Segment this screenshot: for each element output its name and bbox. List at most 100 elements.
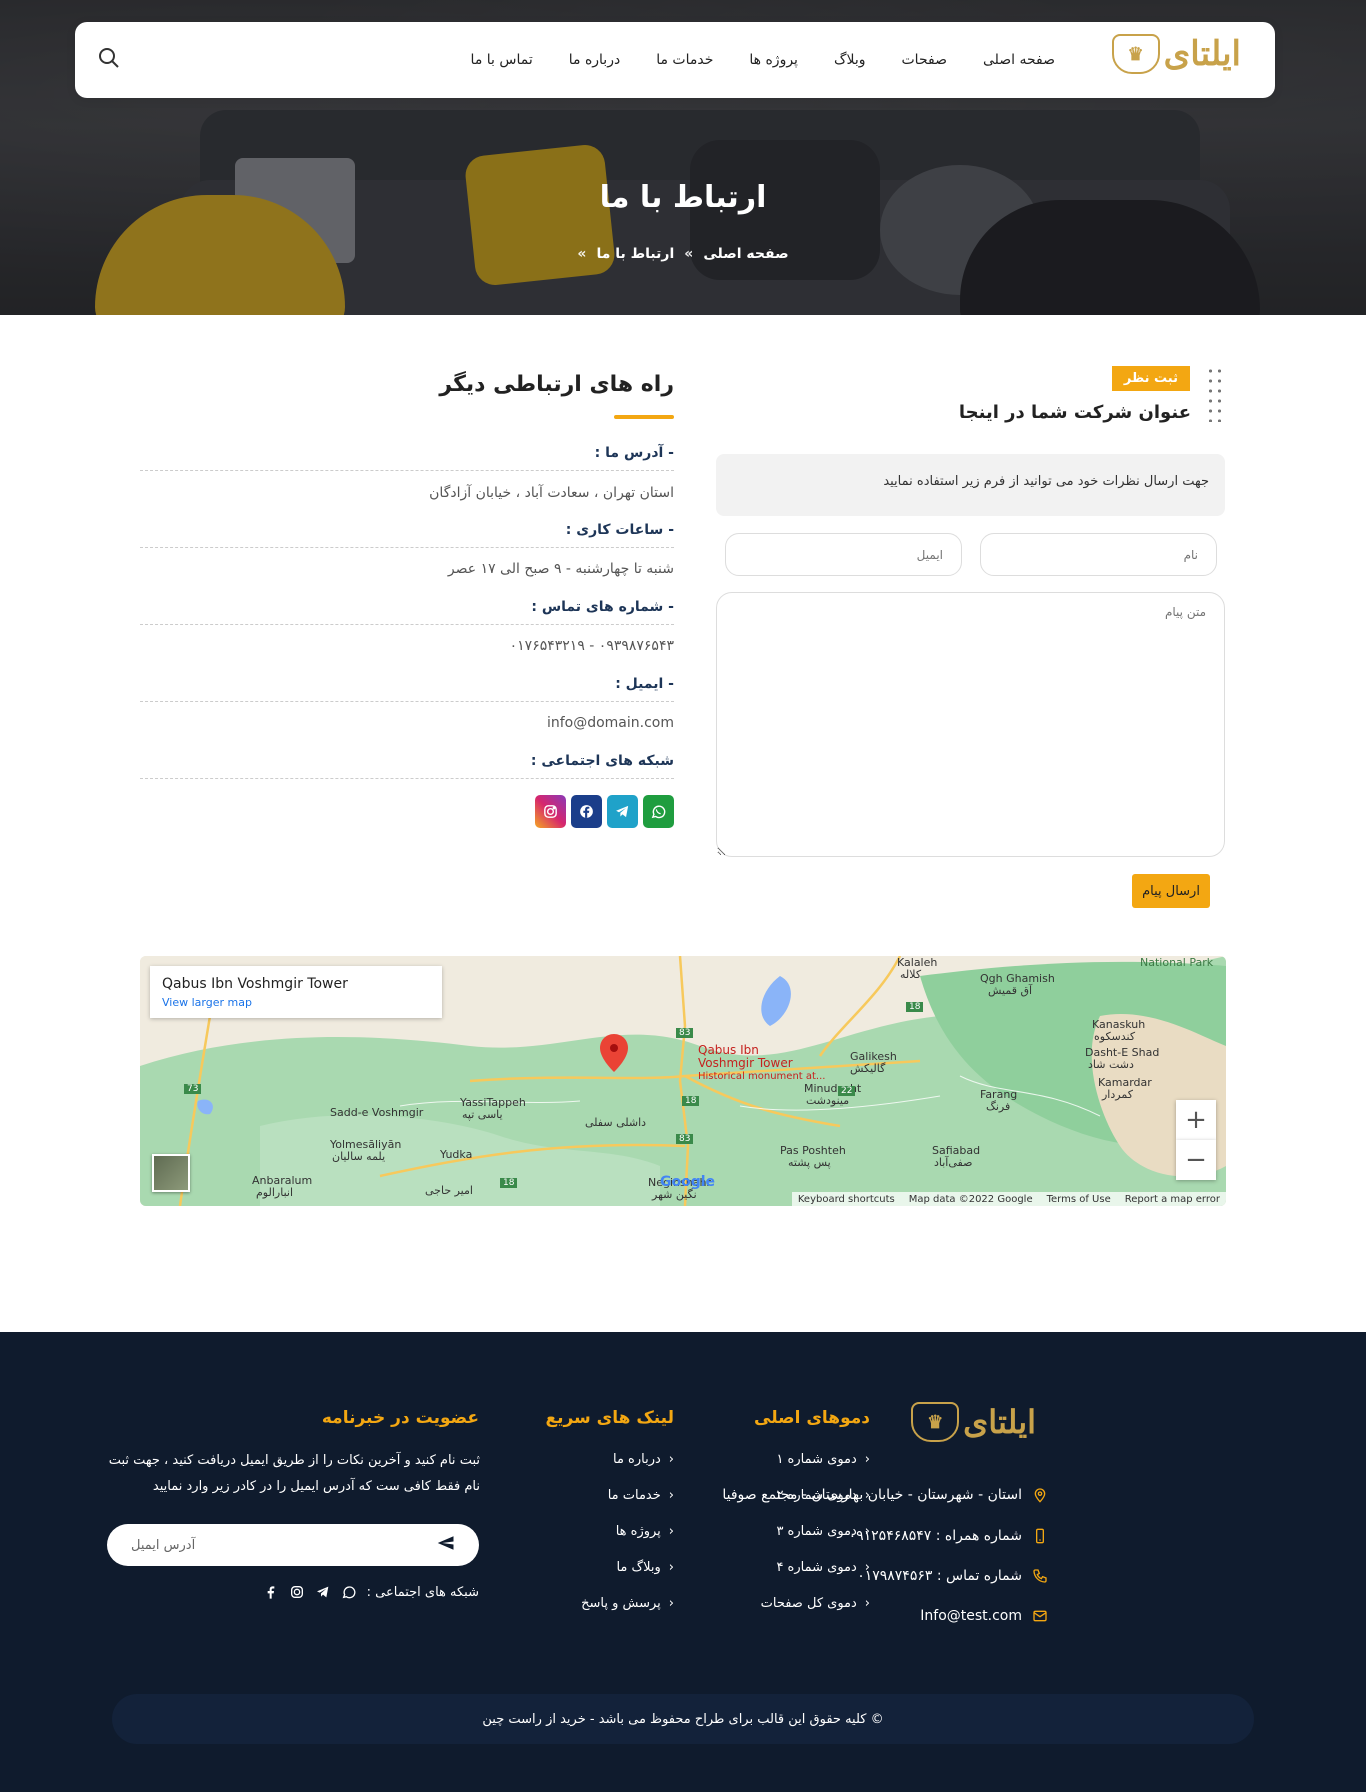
map-label: گالیکش [850, 1062, 886, 1075]
demo-link[interactable]: دموی شماره ۴ [776, 1560, 870, 1575]
footer-address: استان - شهرستان - خیابان بهارستان - مجتم… [722, 1487, 1048, 1503]
hours-value: شنبه تا چهارشنبه - ۹ صبح الی ۱۷ عصر [447, 561, 674, 577]
site-logo[interactable]: ایلتای ♛ [1111, 34, 1241, 74]
map-footer: Keyboard shortcuts Map data ©2022 Google… [791, 1192, 1226, 1206]
social-label: شبکه های اجتماعی : [530, 753, 674, 769]
quick-links-title: لینک های سریع [545, 1408, 674, 1428]
map-label: صفی‌آباد [934, 1156, 973, 1169]
demos-title: دموهای اصلی [754, 1408, 870, 1428]
quick-link[interactable]: درباره ما [613, 1452, 674, 1467]
footer-phone: شماره تماس : ۰۱۷۹۸۷۴۵۶۳ [857, 1568, 1048, 1584]
demo-link[interactable]: دموی شماره ۱ [776, 1452, 870, 1467]
road-shield: 18 [906, 1002, 924, 1012]
breadcrumb: صفحه اصلی » ارتباط با ما » [0, 246, 1366, 262]
map-label: فرنگ [986, 1100, 1011, 1113]
facebook-icon[interactable] [263, 1584, 279, 1600]
road-shield: 83 [676, 1028, 694, 1038]
map-label: دشت شاد [1088, 1058, 1134, 1071]
address-label: - آدرس ما : [594, 445, 674, 461]
navbar: ایلتای ♛ صفحه اصلی صفحات وبلاگ پروژه ها … [75, 22, 1275, 98]
newsletter-title: عضویت در خبرنامه [321, 1408, 479, 1428]
hero-banner: ایلتای ♛ صفحه اصلی صفحات وبلاگ پروژه ها … [0, 0, 1366, 315]
road-shield: 18 [682, 1096, 700, 1106]
divider [140, 701, 674, 702]
google-logo: Google [660, 1174, 716, 1190]
road-shield: 83 [676, 1134, 694, 1144]
road-shield: 73 [184, 1084, 202, 1094]
email-value[interactable]: info@domain.com [547, 715, 674, 731]
decorative-dots [1206, 366, 1224, 422]
phones-label: - شماره های تماس : [531, 599, 674, 615]
map-label: National Park [1140, 956, 1214, 969]
logo-crest-icon: ♛ [1111, 34, 1160, 74]
demo-link[interactable]: دموی شماره ۲ [776, 1488, 870, 1503]
logo-crest-icon: ♛ [911, 1402, 960, 1442]
divider [140, 547, 674, 548]
map-label: کندسکوه [1094, 1030, 1136, 1043]
email-field[interactable] [725, 533, 962, 576]
search-icon[interactable] [93, 46, 121, 74]
nav-item-about[interactable]: درباره ما [569, 52, 620, 68]
newsletter-send-icon[interactable] [437, 1534, 455, 1556]
zoom-out-button[interactable]: − [1176, 1140, 1216, 1180]
footer-social-label: شبکه های اجتماعی : [366, 1584, 479, 1600]
map-label: یاسی تپه [462, 1108, 503, 1121]
nav-item-contact[interactable]: تماس با ما [471, 52, 533, 68]
email-label: - ایمیل : [615, 676, 674, 692]
page-title: ارتباط با ما [599, 180, 767, 215]
view-larger-map-link[interactable]: View larger map [162, 996, 430, 1009]
send-message-button[interactable]: ارسال پیام [1132, 874, 1210, 908]
message-field[interactable] [716, 592, 1225, 857]
breadcrumb-home[interactable]: صفحه اصلی [703, 246, 788, 262]
map-data-text: Map data ©2022 Google [908, 1193, 1033, 1205]
quick-link[interactable]: پرسش و پاسخ [581, 1596, 674, 1611]
demo-link[interactable]: دموی کل صفحات [761, 1596, 870, 1611]
report-error-link[interactable]: Report a map error [1125, 1194, 1220, 1205]
terms-link[interactable]: Terms of Use [1047, 1194, 1111, 1205]
map-pin-label: Qabus Ibn Voshmgir Tower Historical monu… [698, 1043, 826, 1083]
map-label: انبارالوم [256, 1186, 294, 1199]
telegram-icon[interactable] [607, 795, 638, 828]
main-menu: صفحه اصلی صفحات وبلاگ پروژه ها خدمات ما … [471, 22, 1055, 98]
facebook-icon[interactable] [571, 795, 602, 828]
mobile-icon [1032, 1528, 1048, 1544]
name-field[interactable] [980, 533, 1217, 576]
footer-social: شبکه های اجتماعی : [263, 1584, 479, 1600]
newsletter-text: ثبت نام کنید و آخرین نکات را از طریق ایم… [108, 1453, 480, 1494]
phones-value: ۰۹۳۹۸۷۶۵۴۳ - ۰۱۷۶۵۴۳۲۱۹ [509, 638, 674, 654]
map-label: آق قمیش [988, 984, 1033, 997]
keyboard-shortcuts-link[interactable]: Keyboard shortcuts [798, 1194, 895, 1205]
nav-item-blog[interactable]: وبلاگ [834, 52, 866, 68]
whatsapp-icon[interactable] [341, 1584, 357, 1600]
map-place-card: Qabus Ibn Voshmgir Tower View larger map [150, 966, 442, 1018]
nav-item-pages[interactable]: صفحات [902, 52, 947, 68]
road-shield: 18 [500, 1178, 518, 1188]
instagram-icon[interactable] [535, 795, 566, 828]
map-label: Sadd-e Voshmgir [330, 1106, 424, 1119]
footer-logo[interactable]: ایلتای ♛ [911, 1402, 1036, 1442]
location-pin-icon [1032, 1487, 1048, 1503]
telegram-icon[interactable] [315, 1584, 331, 1600]
demo-link[interactable]: دموی شماره ۳ [776, 1524, 870, 1539]
contact-ways-title: راه های ارتباطی دیگر [439, 372, 674, 397]
divider [140, 624, 674, 625]
copyright-bar: © کلیه حقوق این قالب برای طراح محفوظ می … [112, 1694, 1254, 1744]
nav-item-services[interactable]: خدمات ما [656, 52, 713, 68]
quick-link[interactable]: وبلاگ ما [616, 1560, 674, 1575]
zoom-in-button[interactable]: + [1176, 1100, 1216, 1140]
instagram-icon[interactable] [289, 1584, 305, 1600]
nav-item-projects[interactable]: پروژه ها [749, 52, 798, 68]
newsletter-email-input[interactable]: آدرس ایمیل [107, 1524, 479, 1566]
hours-label: - ساعات کاری : [565, 522, 674, 538]
satellite-toggle[interactable] [152, 1154, 190, 1192]
form-heading: عنوان شرکت شما در اینجا [958, 402, 1191, 423]
nav-item-home[interactable]: صفحه اصلی [983, 52, 1055, 68]
footer-email[interactable]: Info@test.com [920, 1608, 1048, 1624]
quick-link[interactable]: خدمات ما [608, 1488, 674, 1503]
map-label: داشلی سفلی [585, 1116, 647, 1129]
whatsapp-icon[interactable] [643, 795, 674, 828]
google-map[interactable]: Qabus Ibn Voshmgir Tower Historical monu… [140, 956, 1226, 1206]
breadcrumb-current: ارتباط با ما [596, 246, 675, 262]
quick-link[interactable]: پروژه ها [616, 1524, 674, 1539]
divider [140, 778, 674, 779]
